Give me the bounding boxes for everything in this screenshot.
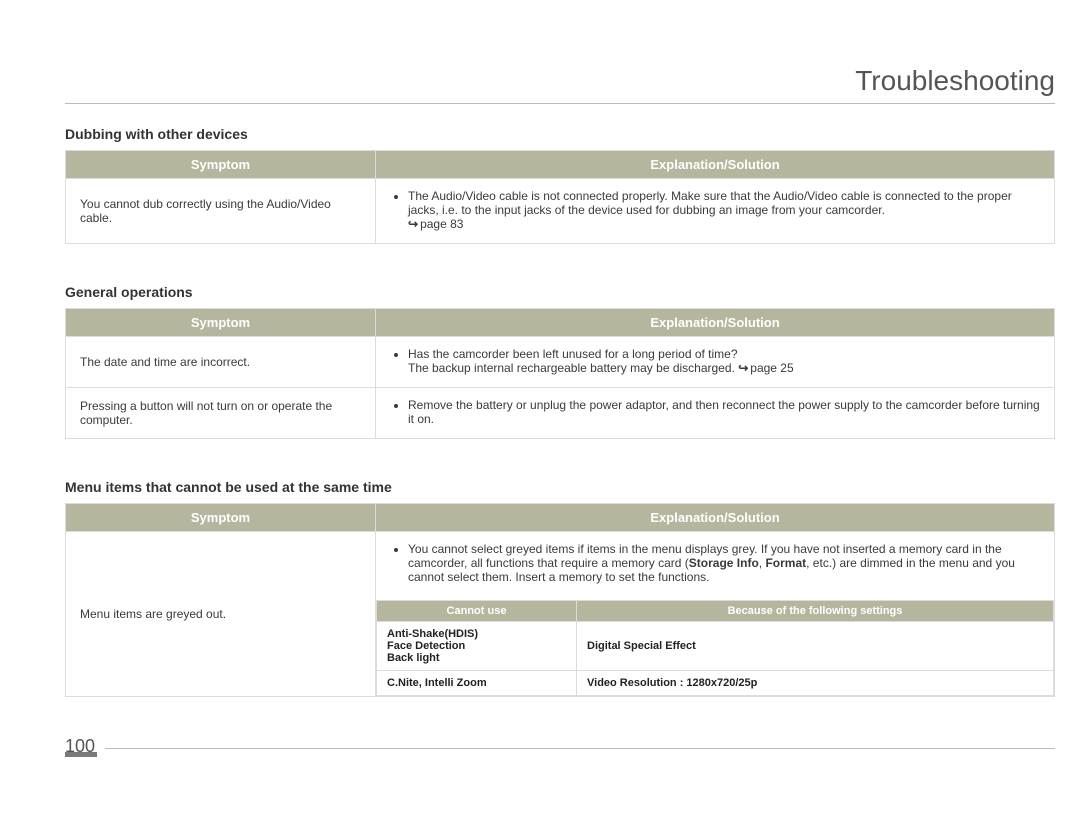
col-header-explanation: Explanation/Solution xyxy=(376,504,1055,532)
table-row: Pressing a button will not turn on or op… xyxy=(66,388,1055,439)
inner-col-cannot-use: Cannot use xyxy=(377,601,577,622)
cannot-use-item: Face Detection xyxy=(387,640,465,652)
page-title: Troubleshooting xyxy=(65,65,1055,104)
because-cell: Digital Special Effect xyxy=(577,622,1054,671)
explanation-text: Has the camcorder been left unused for a… xyxy=(408,347,738,361)
table-row: C.Nite, Intelli Zoom Video Resolution : … xyxy=(377,671,1054,696)
col-header-symptom: Symptom xyxy=(66,151,376,179)
explanation-cell: You cannot select greyed items if items … xyxy=(376,532,1055,697)
cannot-use-cell: Anti-Shake(HDIS) Face Detection Back lig… xyxy=(377,622,577,671)
table-row: Menu items are greyed out. You cannot se… xyxy=(66,532,1055,697)
inner-col-because: Because of the following settings xyxy=(577,601,1054,622)
section-heading-general: General operations xyxy=(65,284,1055,300)
page-rule xyxy=(105,748,1055,749)
page-tab xyxy=(65,752,97,757)
page-content: Troubleshooting Dubbing with other devic… xyxy=(65,65,1055,697)
page-ref-icon xyxy=(738,361,750,375)
table-row: You cannot dub correctly using the Audio… xyxy=(66,179,1055,244)
symptom-cell: Menu items are greyed out. xyxy=(66,532,376,697)
explanation-cell: The Audio/Video cable is not connected p… xyxy=(376,179,1055,244)
explanation-text: The backup internal rechargeable battery… xyxy=(408,361,738,375)
because-cell: Video Resolution : 1280x720/25p xyxy=(577,671,1054,696)
page-ref-icon xyxy=(408,217,420,231)
explanation-text: Remove the battery or unplug the power a… xyxy=(408,398,1040,426)
bold-term: Format xyxy=(765,556,806,570)
symptom-cell: The date and time are incorrect. xyxy=(66,337,376,388)
cannot-use-item: Back light xyxy=(387,652,440,664)
table-general: Symptom Explanation/Solution The date an… xyxy=(65,308,1055,439)
table-dubbing: Symptom Explanation/Solution You cannot … xyxy=(65,150,1055,244)
col-header-symptom: Symptom xyxy=(66,309,376,337)
table-menu: Symptom Explanation/Solution Menu items … xyxy=(65,503,1055,697)
page-ref-text: page 25 xyxy=(750,361,793,375)
symptom-cell: You cannot dub correctly using the Audio… xyxy=(66,179,376,244)
table-row: Anti-Shake(HDIS) Face Detection Back lig… xyxy=(377,622,1054,671)
section-heading-dubbing: Dubbing with other devices xyxy=(65,126,1055,142)
page-ref-text: page 83 xyxy=(420,217,463,231)
col-header-explanation: Explanation/Solution xyxy=(376,309,1055,337)
cannot-use-cell: C.Nite, Intelli Zoom xyxy=(377,671,577,696)
section-heading-menu: Menu items that cannot be used at the sa… xyxy=(65,479,1055,495)
cannot-use-item: Anti-Shake(HDIS) xyxy=(387,628,478,640)
explanation-cell: Remove the battery or unplug the power a… xyxy=(376,388,1055,439)
col-header-symptom: Symptom xyxy=(66,504,376,532)
explanation-text: The Audio/Video cable is not connected p… xyxy=(408,189,1012,217)
col-header-explanation: Explanation/Solution xyxy=(376,151,1055,179)
inner-table: Cannot use Because of the following sett… xyxy=(376,600,1054,696)
bold-term: Storage Info xyxy=(689,556,759,570)
symptom-cell: Pressing a button will not turn on or op… xyxy=(66,388,376,439)
table-row: The date and time are incorrect. Has the… xyxy=(66,337,1055,388)
explanation-cell: Has the camcorder been left unused for a… xyxy=(376,337,1055,388)
